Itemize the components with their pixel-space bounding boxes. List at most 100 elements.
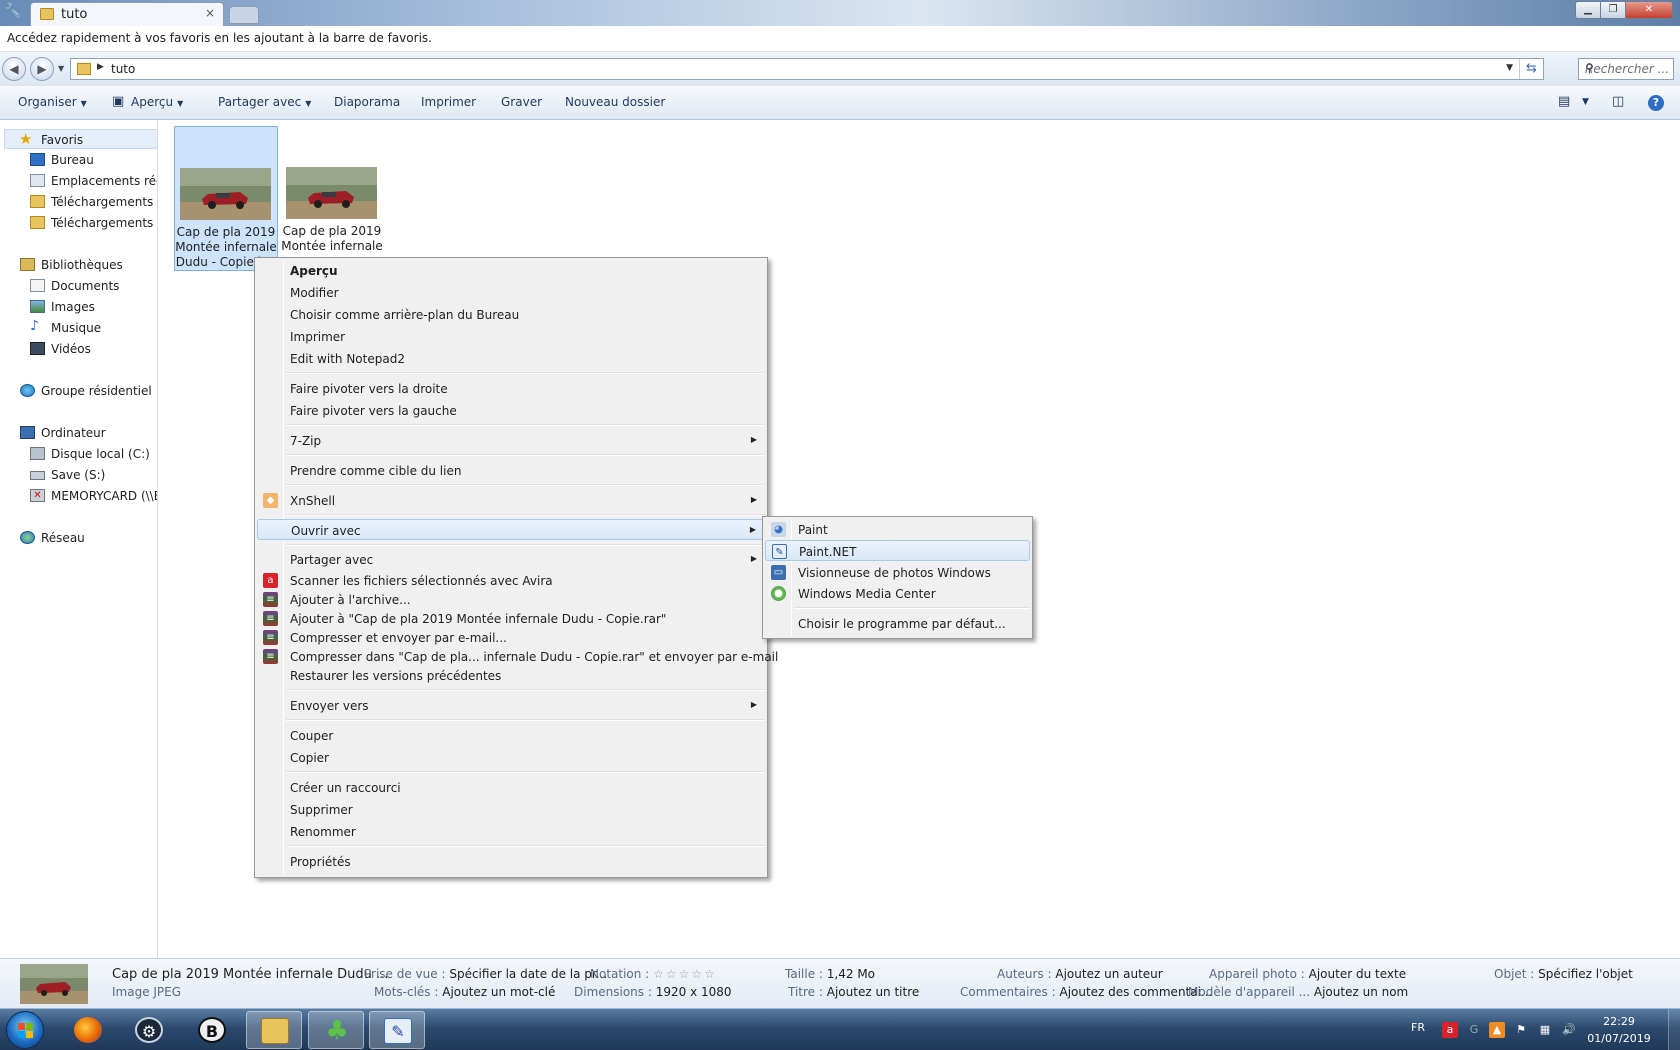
menu-item-apercu[interactable]: Aperçu xyxy=(257,260,765,281)
show-desktop-button[interactable] xyxy=(1668,1009,1680,1050)
menu-item-ouvrir-avec[interactable]: Ouvrir avec ▶ xyxy=(257,519,765,540)
taskbar-explorer[interactable] xyxy=(246,1011,302,1049)
details-notation[interactable]: Notation : ☆☆☆☆☆ xyxy=(590,967,717,981)
network-tray-icon[interactable]: ▦ xyxy=(1537,1022,1553,1038)
clock[interactable]: 22:29 01/07/2019 xyxy=(1584,1013,1654,1047)
sidebar-item-ordinateur[interactable]: Ordinateur xyxy=(20,423,157,443)
start-button[interactable] xyxy=(6,1011,44,1049)
menu-item-partager-avec[interactable]: Partager avec ▶ xyxy=(257,549,765,570)
chevron-down-icon[interactable]: ▼ xyxy=(1582,97,1589,107)
menu-item-couper[interactable]: Couper xyxy=(257,725,765,746)
sidebar-item-reseau[interactable]: Réseau xyxy=(20,528,157,548)
search-icon[interactable]: ⚲ xyxy=(1585,61,1669,75)
forward-button[interactable]: ▶ xyxy=(30,57,54,81)
sidebar-item-telechargements[interactable]: Téléchargements xyxy=(30,192,157,212)
details-commentaires[interactable]: Commentaires : Ajoutez des commentai... xyxy=(960,985,1212,999)
wrench-icon[interactable]: 🔧 xyxy=(2,3,24,23)
menu-item-supprimer[interactable]: Supprimer xyxy=(257,799,765,820)
new-tab-button[interactable] xyxy=(229,6,259,24)
close-tab-icon[interactable]: × xyxy=(205,6,215,20)
menu-item-copier[interactable]: Copier xyxy=(257,747,765,768)
menu-item-cible-lien[interactable]: Prendre comme cible du lien xyxy=(257,460,765,481)
menu-item-compresser-dans[interactable]: ≡ Compresser dans "Cap de pla... infernal… xyxy=(257,646,778,667)
sidebar-item-emplacements[interactable]: Emplacements récents xyxy=(30,171,157,191)
tab-tuto[interactable]: tuto × xyxy=(30,2,224,26)
details-mots-cles[interactable]: Mots-clés : Ajoutez un mot-clé xyxy=(374,985,555,999)
sidebar-item-bureau[interactable]: Bureau xyxy=(30,150,157,170)
sidebar-item-telechargements-2[interactable]: Téléchargements xyxy=(30,213,157,233)
menu-item-paintnet[interactable]: ✎ Paint.NET xyxy=(765,540,1030,561)
rating-stars-icon[interactable]: ☆☆☆☆☆ xyxy=(653,967,717,981)
refresh-icon[interactable]: ⇆ xyxy=(1519,59,1543,79)
address-bar[interactable]: ▶ tuto ▼ ⇆ xyxy=(70,58,1544,80)
breadcrumb[interactable]: tuto xyxy=(111,62,135,76)
taskbar-firefox[interactable] xyxy=(60,1011,116,1049)
menu-item-visionneuse[interactable]: ▭ Visionneuse de photos Windows xyxy=(765,562,1030,583)
menu-item-imprimer[interactable]: Imprimer xyxy=(257,326,765,347)
chevron-down-icon[interactable]: ▼ xyxy=(1506,63,1513,73)
file-item[interactable]: Cap de pla 2019 Montée infernale Dudu - … xyxy=(174,126,278,271)
sidebar-item-memorycard[interactable]: ✕ MEMORYCARD (\\E xyxy=(30,486,157,506)
organiser-button[interactable]: Organiser ▼ xyxy=(18,95,87,109)
details-auteurs[interactable]: Auteurs : Ajoutez un auteur xyxy=(997,967,1163,981)
menu-item-compresser-email[interactable]: ≡ Compresser et envoyer par e-mail... xyxy=(257,627,765,648)
close-window-button[interactable]: ✕ xyxy=(1625,1,1673,19)
sidebar-item-groupe[interactable]: Groupe résidentiel xyxy=(20,381,157,401)
sidebar-item-bibliotheques[interactable]: Bibliothèques xyxy=(20,255,157,275)
details-modele[interactable]: Modèle d'appareil ... Ajoutez un nom xyxy=(1188,985,1408,999)
menu-item-restaurer[interactable]: Restaurer les versions précédentes xyxy=(257,665,765,686)
graver-button[interactable]: Graver xyxy=(501,95,542,109)
back-button[interactable]: ◀ xyxy=(2,57,26,81)
menu-item-notepad2[interactable]: Edit with Notepad2 xyxy=(257,348,765,369)
file-item[interactable]: Cap de pla 2019 Montée infernale xyxy=(281,126,385,271)
menu-item-ajouter-archive[interactable]: ≡ Ajouter à l'archive... xyxy=(257,589,765,610)
sidebar-item-videos[interactable]: Vidéos xyxy=(30,339,157,359)
view-options-icon[interactable]: ▤ xyxy=(1558,94,1570,109)
partager-button[interactable]: Partager avec ▼ xyxy=(218,95,311,109)
diaporama-button[interactable]: Diaporama xyxy=(334,95,400,109)
imprimer-button[interactable]: Imprimer xyxy=(421,95,476,109)
minimize-button[interactable]: ▁ xyxy=(1575,1,1601,19)
sidebar-item-images[interactable]: Images xyxy=(30,297,157,317)
menu-item-envoyer-vers[interactable]: Envoyer vers ▶ xyxy=(257,695,765,716)
menu-item-renommer[interactable]: Renommer xyxy=(257,821,765,842)
app-tray-icon[interactable]: ▲ xyxy=(1489,1022,1505,1038)
volume-icon[interactable]: 🔊 xyxy=(1561,1022,1577,1038)
details-objet[interactable]: Objet : Spécifiez l'objet xyxy=(1494,967,1633,981)
details-titre[interactable]: Titre : Ajoutez un titre xyxy=(788,985,919,999)
taskbar-paintnet[interactable]: ✎ xyxy=(369,1011,425,1049)
sidebar-item-disque-c[interactable]: Disque local (C:) xyxy=(30,444,157,464)
taskbar-clover[interactable]: ♣ xyxy=(308,1011,364,1049)
menu-item-ajouter-rar[interactable]: ≡ Ajouter à "Cap de pla 2019 Montée infer… xyxy=(257,608,765,629)
taskbar-steam[interactable]: ⚙ xyxy=(121,1011,177,1049)
sidebar-item-favoris[interactable]: ★ Favoris xyxy=(4,129,157,149)
menu-item-media-center[interactable]: ● Windows Media Center xyxy=(765,583,1030,604)
chevron-right-icon[interactable]: ▶ xyxy=(97,62,104,72)
recent-pages-dropdown-icon[interactable]: ▼ xyxy=(58,64,64,73)
preview-pane-icon[interactable]: ◫ xyxy=(1612,94,1624,109)
sidebar-item-save-s[interactable]: Save (S:) xyxy=(30,465,157,485)
apercu-button[interactable]: Aperçu ▼ xyxy=(131,95,183,109)
action-center-flag-icon[interactable]: ⚑ xyxy=(1513,1022,1529,1038)
menu-item-raccourci[interactable]: Créer un raccourci xyxy=(257,777,765,798)
menu-item-modifier[interactable]: Modifier xyxy=(257,282,765,303)
maximize-button[interactable]: ❐ xyxy=(1600,1,1626,19)
search-input[interactable]: Rechercher ... ⚲ xyxy=(1578,58,1674,80)
taskbar-bs[interactable]: B xyxy=(184,1011,240,1049)
menu-item-7zip[interactable]: 7-Zip ▶ xyxy=(257,430,765,451)
details-prise-de-vue[interactable]: Prise de vue : Spécifier la date de la p… xyxy=(364,967,607,981)
menu-item-avira[interactable]: a Scanner les fichiers sélectionnés avec … xyxy=(257,570,765,591)
nouveau-dossier-button[interactable]: Nouveau dossier xyxy=(565,95,665,109)
sidebar-item-musique[interactable]: ♪ Musique xyxy=(30,318,157,338)
menu-item-pivoter-gauche[interactable]: Faire pivoter vers la gauche xyxy=(257,400,765,421)
menu-item-choose-default[interactable]: Choisir le programme par défaut... xyxy=(765,613,1030,634)
menu-item-xnshell[interactable]: ◆ XnShell ▶ xyxy=(257,490,765,511)
menu-item-proprietes[interactable]: Propriétés xyxy=(257,851,765,872)
language-indicator[interactable]: FR xyxy=(1411,1021,1425,1034)
menu-item-arriere-plan[interactable]: Choisir comme arrière-plan du Bureau xyxy=(257,304,765,325)
menu-item-paint[interactable]: ◕ Paint xyxy=(765,519,1030,540)
details-appareil[interactable]: Appareil photo : Ajouter du texte xyxy=(1209,967,1406,981)
menu-item-pivoter-droite[interactable]: Faire pivoter vers la droite xyxy=(257,378,765,399)
avira-tray-icon[interactable]: a xyxy=(1442,1022,1458,1038)
help-icon[interactable]: ? xyxy=(1648,95,1664,111)
